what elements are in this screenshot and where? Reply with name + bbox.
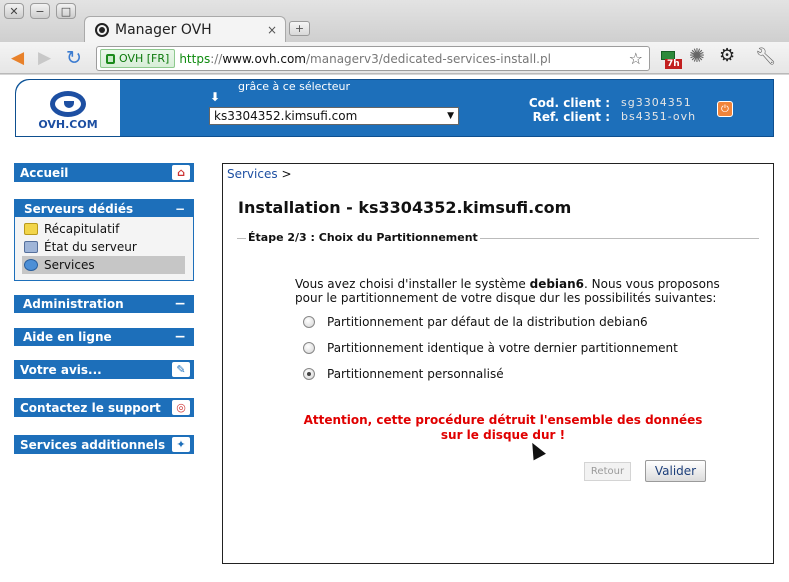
cod-client-value: sg3304351	[621, 96, 692, 109]
forward-arrow-icon[interactable]: ▶	[38, 49, 51, 67]
partition-option-custom[interactable]: Partitionnement personnalisé	[303, 367, 504, 381]
server-status-icon	[24, 241, 38, 253]
breadcrumb-services-link[interactable]: Services	[227, 167, 278, 181]
dropdown-arrow-icon: ▼	[447, 111, 454, 121]
browser-toolbar: ◀ ▶ ↻ OVH [FR] https://www.ovh.com/manag…	[0, 42, 789, 74]
sidebar-item-accueil[interactable]: Accueil ⌂	[14, 163, 194, 182]
reload-icon[interactable]: ↻	[66, 49, 82, 68]
sidebar-item-etat-serveur[interactable]: État du serveur	[22, 238, 185, 256]
sidebar-item-recapitulatif[interactable]: Récapitulatif	[22, 220, 185, 238]
intro-text: Vous avez choisi d'installer le système …	[295, 277, 720, 305]
tab-close-icon[interactable]: ×	[267, 23, 277, 37]
warning-message: Attention, cette procédure détruit l'ens…	[303, 413, 703, 442]
tab-title: Manager OVH	[115, 22, 212, 38]
retour-button[interactable]: Retour	[584, 462, 631, 481]
ovh-header: OVH.COM grâce à ce sélecteur ⬇ ks3304352…	[15, 79, 774, 137]
sidebar-section-header[interactable]: Serveurs dédiés −	[15, 200, 193, 217]
partition-option-default[interactable]: Partitionnement par défaut de la distrib…	[303, 315, 648, 329]
extension-icon[interactable]: 7h	[661, 51, 682, 69]
wrench-icon[interactable]: 🔧︎	[755, 48, 777, 66]
sidebar-item-aide-en-ligne[interactable]: Aide en ligne −	[14, 328, 194, 346]
settings-gear-icon[interactable]: ✺	[689, 47, 705, 66]
radio-button-selected[interactable]	[303, 368, 315, 380]
radio-button[interactable]	[303, 316, 315, 328]
home-icon: ⌂	[172, 165, 190, 180]
sidebar-item-votre-avis[interactable]: Votre avis... ✎	[14, 360, 194, 379]
selected-server: ks3304352.kimsufi.com	[214, 109, 358, 123]
logout-power-icon[interactable]: ⏻	[717, 101, 733, 117]
radio-button[interactable]	[303, 342, 315, 354]
ovh-logo[interactable]: OVH.COM	[16, 80, 120, 136]
maximize-window-button[interactable]: □	[56, 3, 76, 19]
web-page: OVH.COM grâce à ce sélecteur ⬇ ks3304352…	[0, 75, 789, 582]
star-icon[interactable]: ☆	[629, 49, 643, 68]
minimize-window-button[interactable]: −	[30, 3, 50, 19]
addon-services-icon: ✦	[172, 437, 190, 452]
client-labels: Cod. client : Ref. client :	[528, 96, 610, 124]
valider-button[interactable]: Valider	[645, 460, 706, 482]
folder-icon	[24, 223, 38, 235]
feedback-icon: ✎	[172, 362, 190, 377]
collapse-icon[interactable]: −	[175, 202, 185, 216]
browser-titlebar: ✕ − □ Manager OVH × +	[0, 0, 789, 43]
services-icon	[24, 259, 38, 271]
ref-client-value: bs4351-ovh	[621, 110, 697, 123]
ssl-badge[interactable]: OVH [FR]	[100, 49, 176, 68]
sidebar-item-services[interactable]: Services	[22, 256, 185, 274]
breadcrumb: Services >	[227, 167, 292, 181]
url-text[interactable]: https://www.ovh.com/managerv3/dedicated-…	[179, 52, 551, 66]
ssl-label: OVH [FR]	[119, 52, 170, 65]
step-label: Étape 2/3 : Choix du Partitionnement	[246, 231, 480, 244]
sidebar-item-support[interactable]: Contactez le support ◎	[14, 398, 194, 417]
sidebar-item-services-additionnels[interactable]: Services additionnels ✦	[14, 435, 194, 454]
partition-option-identical[interactable]: Partitionnement identique à votre dernie…	[303, 341, 678, 355]
close-window-button[interactable]: ✕	[4, 3, 24, 19]
selector-hint: grâce à ce sélecteur	[238, 80, 351, 93]
lock-icon	[106, 53, 115, 64]
browser-tab[interactable]: Manager OVH ×	[84, 16, 286, 43]
page-title: Installation - ks3304352.kimsufi.com	[238, 198, 572, 217]
address-bar[interactable]: OVH [FR] https://www.ovh.com/managerv3/d…	[96, 46, 650, 71]
sidebar-item-administration[interactable]: Administration −	[14, 295, 194, 313]
back-arrow-icon[interactable]: ◀	[11, 49, 24, 67]
collapse-icon: −	[174, 296, 186, 312]
ovh-logo-icon	[50, 91, 86, 117]
client-values: sg3304351 bs4351-ovh	[621, 96, 696, 124]
new-tab-button[interactable]: +	[289, 21, 310, 36]
chrome-icon[interactable]: ⚙	[719, 47, 735, 65]
ovh-favicon-icon	[95, 23, 109, 37]
lifebuoy-icon: ◎	[172, 400, 190, 415]
server-select[interactable]: ks3304352.kimsufi.com ▼	[209, 107, 459, 125]
sidebar-serveurs-dedies: Serveurs dédiés − Récapitulatif État du …	[14, 199, 194, 281]
main-content-panel: Services > Installation - ks3304352.kims…	[222, 163, 774, 564]
collapse-icon: −	[174, 329, 186, 345]
down-arrow-icon: ⬇	[210, 90, 221, 104]
